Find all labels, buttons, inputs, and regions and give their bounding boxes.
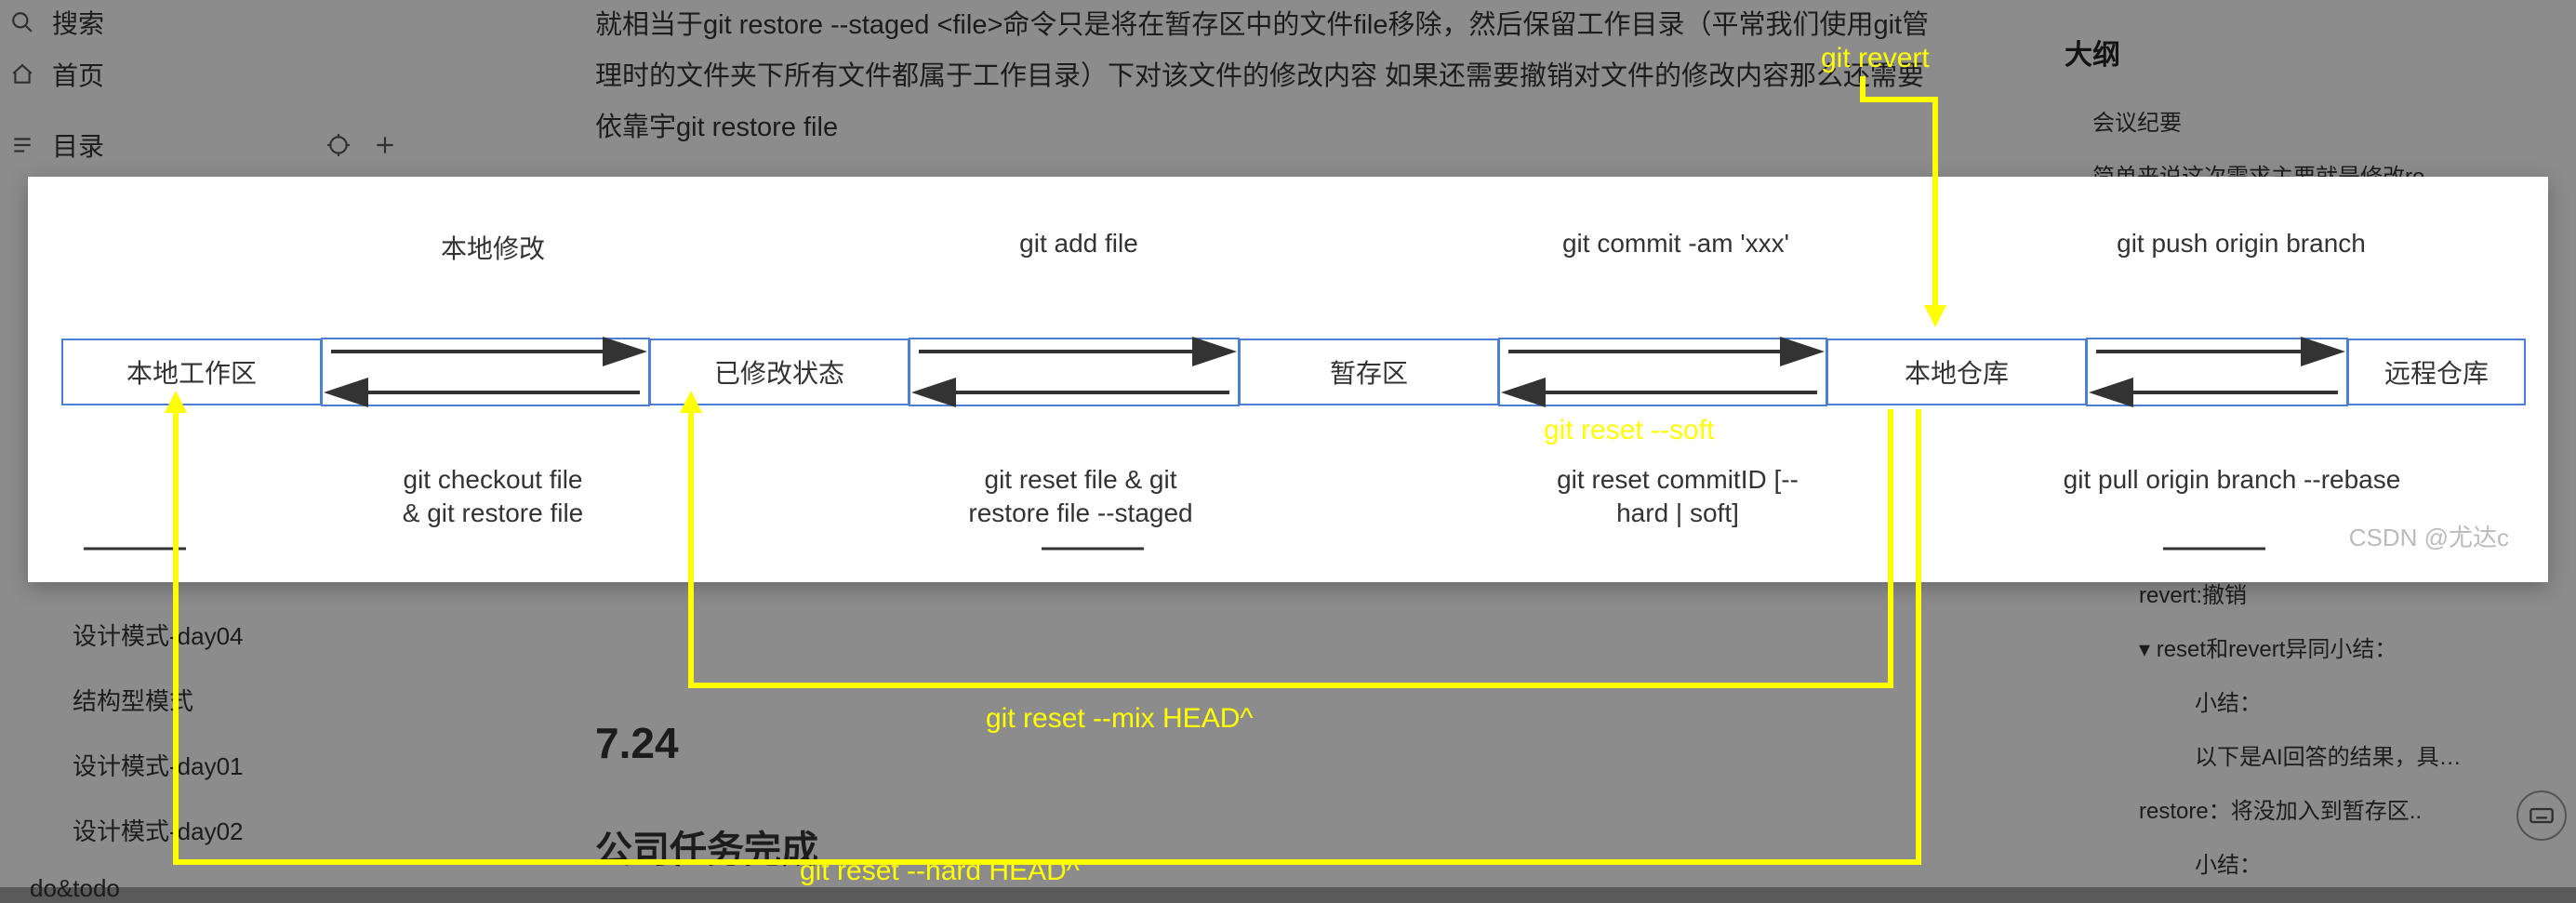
toc-icon	[9, 132, 35, 158]
nav-toc[interactable]: 目录	[9, 126, 104, 164]
anno-revert-arrow-head	[1924, 305, 1946, 327]
nav-toc-label: 目录	[52, 126, 104, 164]
watermark: CSDN @尤达c	[2349, 519, 2509, 553]
search-icon	[9, 9, 35, 35]
cmd-checkout: git checkout file & git restore file	[325, 463, 660, 531]
cmd-reset-file: git reset file & git restore file --stag…	[913, 463, 1248, 531]
anno-reset-soft: git reset --soft	[1544, 415, 1714, 446]
plus-icon[interactable]	[372, 132, 398, 158]
anno-reset-hard: git reset --hard HEAD^	[800, 856, 1080, 887]
cmd-commit: git commit -am 'xxx'	[1536, 229, 1815, 259]
outline-item[interactable]: ▾ reset和revert异同小结：	[2139, 631, 2397, 663]
sidebar-item[interactable]: 设计模式-day04	[73, 617, 244, 652]
anno-reset-mix: git reset --mix HEAD^	[986, 703, 1253, 735]
anno-mix-v	[1888, 409, 1893, 688]
sidebar-item[interactable]: 设计模式-day02	[73, 813, 244, 847]
cmd-reset-commit: git reset commitID [-- hard | soft]	[1501, 463, 1854, 531]
anno-mix-head	[680, 391, 702, 413]
outline-title: 大纲	[2065, 32, 2120, 73]
nav-home[interactable]: 首页	[9, 56, 104, 93]
keyboard-icon[interactable]	[2516, 790, 2567, 841]
cmd-modify: 本地修改	[363, 229, 623, 266]
outline-item[interactable]: restore：将没加入到暂存区..	[2139, 792, 2422, 825]
stage-work: 本地工作区	[61, 339, 322, 405]
anno-mix-h	[688, 683, 1893, 688]
article-paragraph: 就相当于git restore --staged <file>命令只是将在暂存区…	[595, 0, 1944, 153]
search-row[interactable]: 搜索	[9, 4, 104, 41]
anno-revert: git revert	[1821, 43, 1930, 74]
sidebar-item[interactable]: do&todo	[30, 874, 120, 903]
heading-task: 公司任务完成	[595, 815, 1944, 885]
cmd-pull: git pull origin branch --rebase	[2046, 463, 2418, 497]
stage-remote: 远程仓库	[2347, 339, 2526, 405]
cmd-push: git push origin branch	[2092, 229, 2390, 259]
anno-hard-v2	[173, 409, 179, 865]
anno-hard-head	[165, 391, 187, 413]
anno-mix-v2	[688, 409, 694, 688]
anno-hard-v	[1916, 409, 1921, 865]
sidebar-item[interactable]: 设计模式-day01	[73, 748, 244, 782]
anno-revert-arrow-v2	[1932, 97, 1938, 309]
target-icon[interactable]	[325, 132, 352, 158]
stage-stage: 暂存区	[1239, 339, 1499, 405]
outline-item[interactable]: 会议纪要	[2092, 104, 2182, 137]
anno-revert-arrow-h	[1860, 97, 1938, 102]
git-flow-diagram: 本地工作区 已修改状态 暂存区 本地仓库 远程仓库 本地修改 git add f…	[28, 177, 2548, 582]
cmd-add: git add file	[949, 229, 1209, 259]
heading-date: 7.24	[595, 703, 1944, 784]
stage-local-repo: 本地仓库	[1826, 339, 2087, 405]
outline-item[interactable]: 小结：	[2195, 684, 2262, 717]
outline-item[interactable]: 以下是AI回答的结果，具…	[2195, 738, 2462, 771]
search-label: 搜索	[52, 4, 104, 41]
nav-home-label: 首页	[52, 56, 104, 93]
home-icon	[9, 61, 35, 87]
outline-item[interactable]: 小结：	[2195, 846, 2262, 879]
